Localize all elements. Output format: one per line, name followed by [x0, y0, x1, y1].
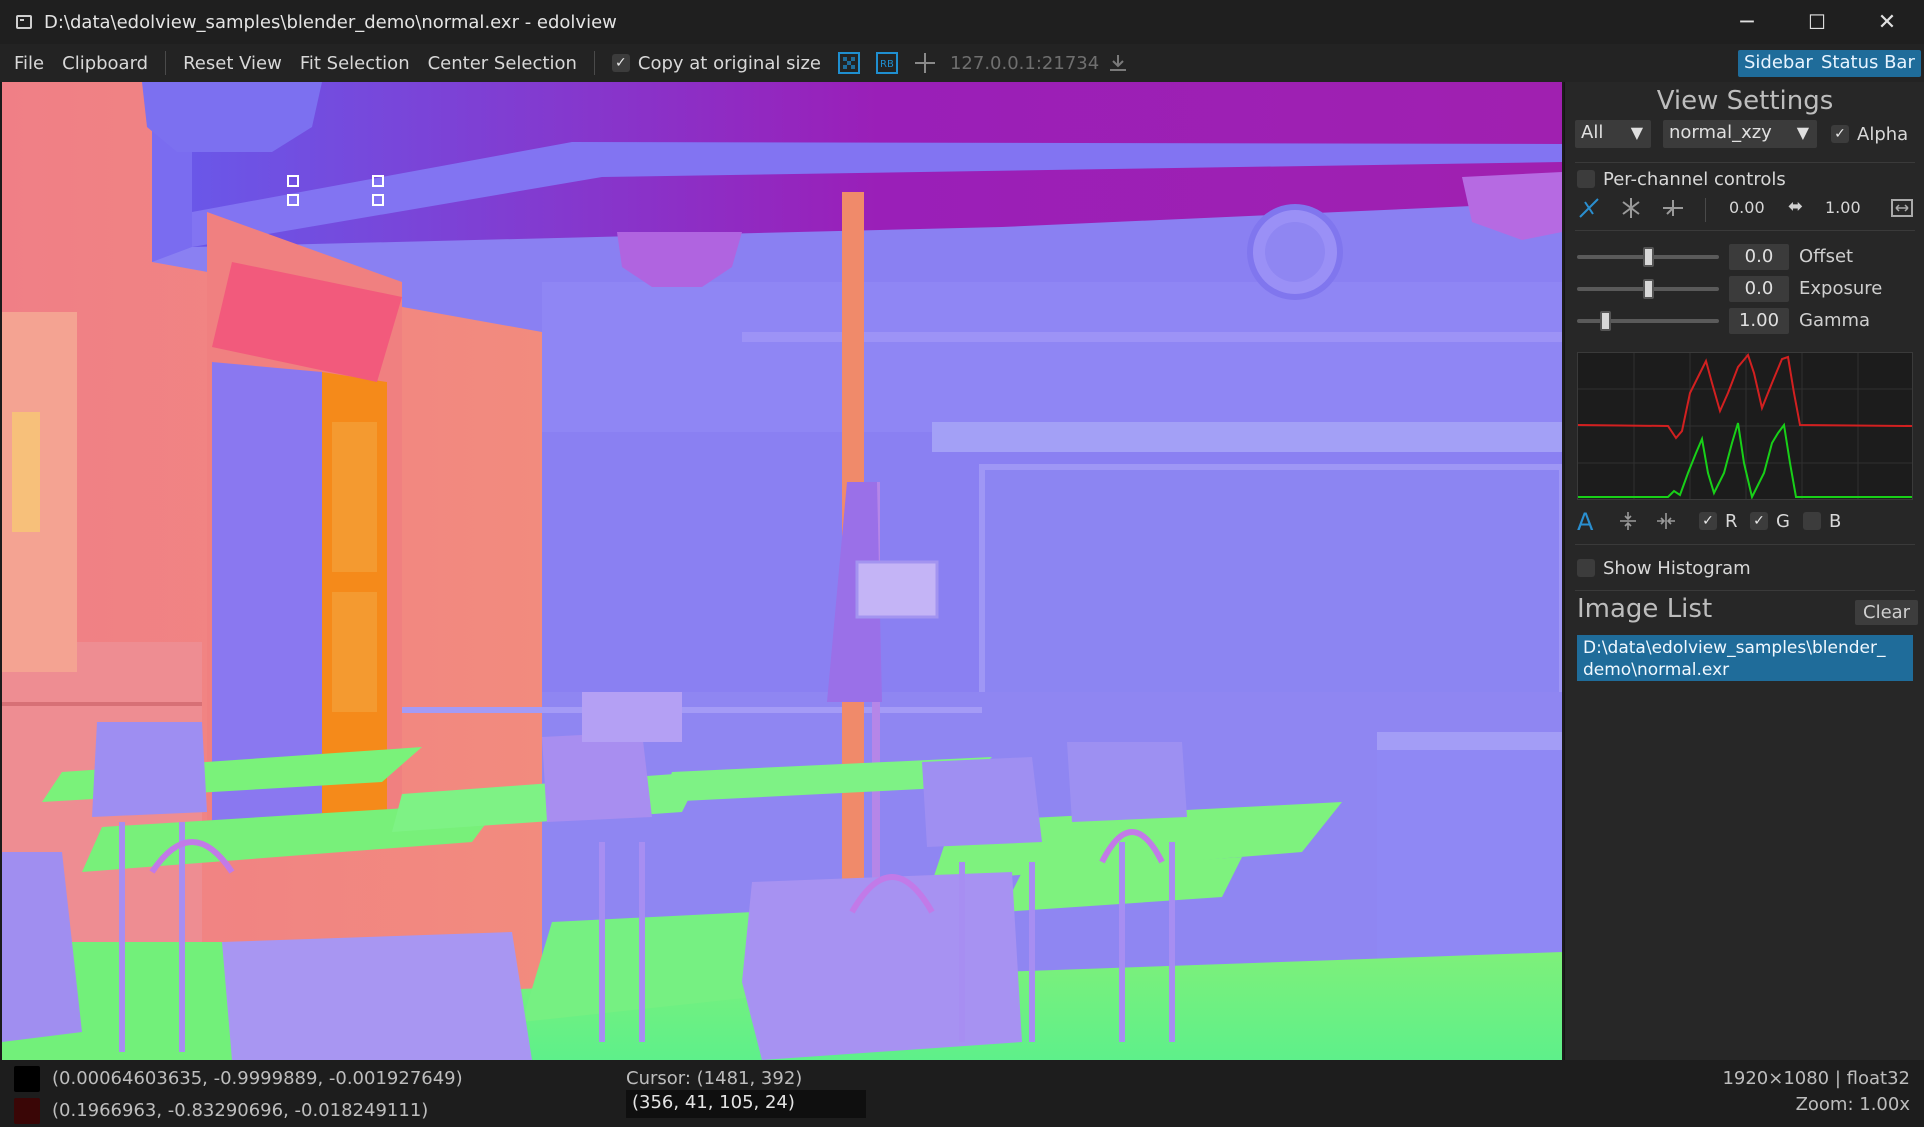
close-button[interactable]: ✕ — [1852, 0, 1922, 44]
image-viewport[interactable] — [2, 82, 1562, 1060]
fit-range-icon[interactable] — [1890, 196, 1914, 225]
channel-select[interactable]: All ▼ — [1575, 120, 1651, 148]
view-settings-title: View Settings — [1656, 86, 1834, 116]
show-histogram-checkbox[interactable] — [1577, 559, 1595, 577]
reset-view-button[interactable]: Reset View — [174, 53, 291, 74]
rgb-mode-icon[interactable]: RB — [874, 50, 900, 76]
clipboard-menu[interactable]: Clipboard — [53, 53, 157, 74]
exposure-label: Exposure — [1799, 278, 1883, 299]
server-address: 127.0.0.1:21734 — [949, 52, 1100, 74]
chevron-down-icon: ▼ — [1796, 123, 1809, 142]
minimize-button[interactable]: ─ — [1712, 0, 1782, 44]
normal-map-image — [2, 82, 1562, 1060]
compress-horizontal-icon[interactable] — [1655, 510, 1677, 537]
title-bar: D:\data\edolview_samples\blender_demo\no… — [0, 0, 1924, 44]
cursor-position: Cursor: (1481, 392) — [626, 1068, 803, 1089]
maximize-button[interactable]: ☐ — [1782, 0, 1852, 44]
show-histogram-toggle[interactable]: Show Histogram — [1577, 556, 1751, 580]
sidebar-panel: View Settings All ▼ normal_xzy ▼ ✓ Alpha… — [1564, 82, 1924, 1060]
chevron-down-icon: ▼ — [1630, 123, 1643, 142]
green-channel-checkbox[interactable]: ✓ — [1750, 512, 1768, 530]
linear-curve-icon[interactable] — [1577, 196, 1601, 225]
divider — [1575, 162, 1915, 163]
offset-input[interactable]: 0.0 — [1729, 244, 1789, 270]
waveform-plot — [1577, 352, 1913, 500]
crosshair-icon[interactable] — [912, 50, 938, 76]
split-curve-icon[interactable] — [1619, 196, 1643, 225]
toolbar: File Clipboard Reset View Fit Selection … — [0, 44, 1924, 82]
pixel-value-primary: (0.00064603635, -0.9999889, -0.001927649… — [52, 1068, 463, 1089]
auto-scale-icon[interactable]: A — [1577, 508, 1593, 536]
blue-channel-toggle[interactable]: B — [1803, 510, 1841, 532]
exposure-input[interactable]: 0.0 — [1729, 276, 1789, 302]
range-max-value[interactable]: 1.00 — [1825, 198, 1861, 217]
gamma-input[interactable]: 1.00 — [1729, 308, 1789, 334]
red-channel-toggle[interactable]: ✓ R — [1699, 510, 1738, 532]
alpha-checkbox[interactable]: ✓ — [1831, 125, 1849, 143]
toolbar-divider — [593, 51, 595, 75]
center-selection-button[interactable]: Center Selection — [419, 53, 586, 74]
gamma-label: Gamma — [1799, 310, 1871, 331]
compress-vertical-icon[interactable] — [1617, 510, 1639, 537]
divider — [1575, 230, 1915, 231]
download-icon[interactable] — [1105, 50, 1131, 76]
blue-channel-label: B — [1829, 510, 1842, 532]
image-list-item[interactable]: D:\data\edolview_samples\blender_ demo\n… — [1577, 635, 1913, 681]
exposure-slider-handle[interactable] — [1643, 279, 1654, 299]
colormap-select[interactable]: normal_xzy ▼ — [1663, 120, 1817, 148]
merge-curve-icon[interactable] — [1661, 196, 1685, 225]
file-menu[interactable]: File — [0, 53, 53, 74]
offset-slider-handle[interactable] — [1643, 247, 1654, 267]
green-channel-toggle[interactable]: ✓ G — [1750, 510, 1790, 532]
gamma-slider[interactable] — [1577, 319, 1719, 323]
per-channel-toggle[interactable]: Per-channel controls — [1577, 166, 1786, 192]
image-info: 1920×1080 | float32 — [1722, 1068, 1910, 1089]
offset-label: Offset — [1799, 246, 1854, 267]
alpha-label: Alpha — [1857, 123, 1909, 145]
gamma-slider-handle[interactable] — [1600, 311, 1612, 331]
statusbar-toggle-button[interactable]: Status Bar — [1815, 50, 1921, 77]
green-channel-label: G — [1776, 510, 1790, 532]
colormap-select-value: normal_xzy — [1669, 122, 1772, 143]
zoom-level: Zoom: 1.00x — [1795, 1094, 1910, 1115]
red-channel-checkbox[interactable]: ✓ — [1699, 512, 1717, 530]
copy-original-size-toggle[interactable]: ✓ Copy at original size — [603, 53, 830, 74]
pixel-value-secondary: (0.1966963, -0.83290696, -0.018249111) — [52, 1100, 429, 1121]
rgb-value: (356, 41, 105, 24) — [626, 1090, 866, 1118]
sidebar-toggle-button[interactable]: Sidebar — [1738, 50, 1819, 77]
clear-button[interactable]: Clear — [1855, 600, 1919, 625]
toolbar-divider — [165, 51, 167, 75]
range-min-value[interactable]: 0.00 — [1729, 198, 1765, 217]
alpha-toggle[interactable]: ✓ Alpha — [1831, 120, 1908, 148]
divider — [1575, 590, 1915, 591]
pixel-color-swatch-secondary — [14, 1098, 40, 1124]
window-title: D:\data\edolview_samples\blender_demo\no… — [44, 11, 617, 33]
fit-selection-button[interactable]: Fit Selection — [291, 53, 419, 74]
copy-original-label: Copy at original size — [637, 52, 821, 74]
per-channel-checkbox[interactable] — [1577, 170, 1595, 188]
channel-select-value: All — [1581, 122, 1604, 143]
show-histogram-label: Show Histogram — [1603, 557, 1751, 579]
blue-channel-checkbox[interactable] — [1803, 512, 1821, 530]
svg-text:RB: RB — [880, 59, 894, 70]
range-arrow-icon: ⬌ — [1788, 196, 1804, 217]
per-channel-label: Per-channel controls — [1603, 168, 1786, 190]
red-channel-label: R — [1725, 510, 1738, 532]
image-list-title: Image List — [1577, 594, 1713, 624]
pixel-color-swatch — [14, 1066, 40, 1092]
status-bar: (0.00064603635, -0.9999889, -0.001927649… — [0, 1060, 1924, 1127]
copy-original-checkbox[interactable]: ✓ — [611, 54, 630, 72]
divider — [1705, 198, 1706, 222]
checkerboard-icon[interactable] — [836, 50, 862, 76]
divider — [1575, 544, 1915, 545]
app-icon — [16, 15, 32, 29]
